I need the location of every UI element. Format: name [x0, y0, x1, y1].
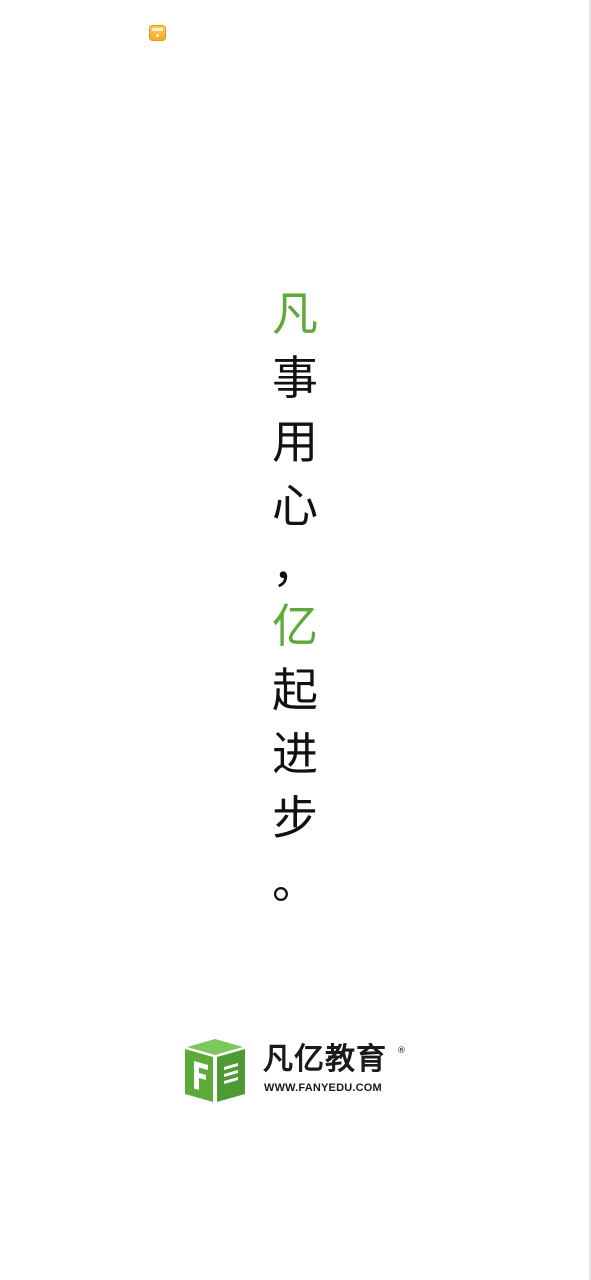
slogan-char: 事: [272, 351, 318, 405]
slogan-char: 。: [272, 855, 318, 909]
brand-logo: 凡亿教育 ® WWW.FANYEDU.COM: [183, 1038, 413, 1106]
app-notification-icon: [149, 25, 166, 41]
slogan-char: 进: [272, 727, 318, 781]
registered-mark: ®: [397, 1046, 406, 1056]
brand-url: WWW.FANYEDU.COM: [264, 1082, 382, 1094]
slogan-char: 用: [272, 415, 318, 469]
slogan-char: 起: [272, 663, 318, 717]
slogan-char: 步: [272, 791, 318, 845]
slogan-char: 心: [272, 479, 318, 533]
slogan-char: 凡: [272, 287, 318, 341]
splash-screen: 凡 事 用 心 ， 亿 起 进 步 。 凡亿教育 ® WWW.FANYEDU.C…: [0, 0, 591, 1280]
vertical-slogan: 凡 事 用 心 ， 亿 起 进 步 。: [262, 282, 328, 914]
fanyi-logo-icon: [185, 1039, 245, 1102]
brand-name: 凡亿教育: [263, 1042, 387, 1077]
slogan-char: ，: [272, 539, 318, 593]
slogan-char: 亿: [272, 599, 318, 653]
